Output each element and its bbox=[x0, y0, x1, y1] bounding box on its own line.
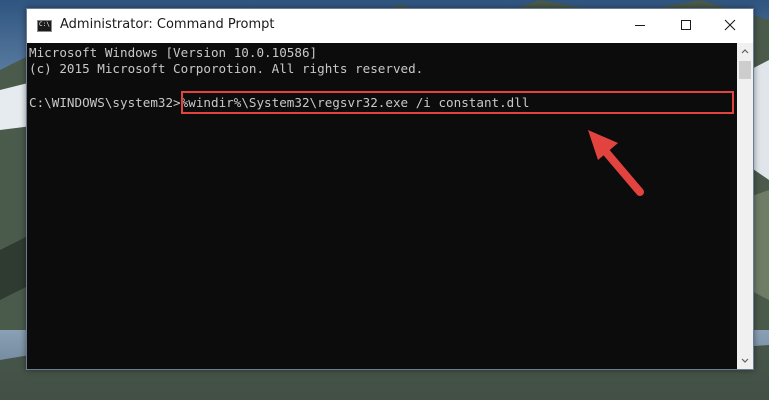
maximize-button[interactable] bbox=[663, 9, 709, 41]
console-prompt: C:\WINDOWS\system32> bbox=[29, 95, 181, 110]
command-prompt-window[interactable]: C:\ Administrator: Command Prompt Micros… bbox=[26, 8, 754, 370]
console-line-version: Microsoft Windows [Version 10.0.10586] bbox=[29, 45, 318, 60]
close-icon bbox=[724, 19, 736, 31]
scroll-down-button[interactable] bbox=[737, 353, 753, 369]
command-highlight-box bbox=[181, 91, 734, 114]
window-title: Administrator: Command Prompt bbox=[60, 17, 275, 32]
minimize-button[interactable] bbox=[617, 9, 663, 41]
command-prompt-icon: C:\ bbox=[37, 20, 52, 32]
chevron-up-icon bbox=[741, 49, 749, 54]
scroll-up-button[interactable] bbox=[737, 43, 753, 59]
console-line-copyright: (c) 2015 Microsoft Corporotion. All righ… bbox=[29, 61, 424, 76]
scroll-thumb[interactable] bbox=[739, 61, 751, 79]
close-button[interactable] bbox=[707, 9, 753, 41]
minimize-icon bbox=[635, 25, 645, 26]
chevron-down-icon bbox=[741, 358, 749, 363]
title-bar[interactable]: C:\ Administrator: Command Prompt bbox=[27, 9, 753, 43]
vertical-scrollbar[interactable] bbox=[737, 43, 753, 369]
console-output-area[interactable]: Microsoft Windows [Version 10.0.10586] (… bbox=[27, 43, 737, 369]
app-icon-glyph: C:\ bbox=[39, 21, 50, 28]
maximize-icon bbox=[681, 20, 691, 30]
